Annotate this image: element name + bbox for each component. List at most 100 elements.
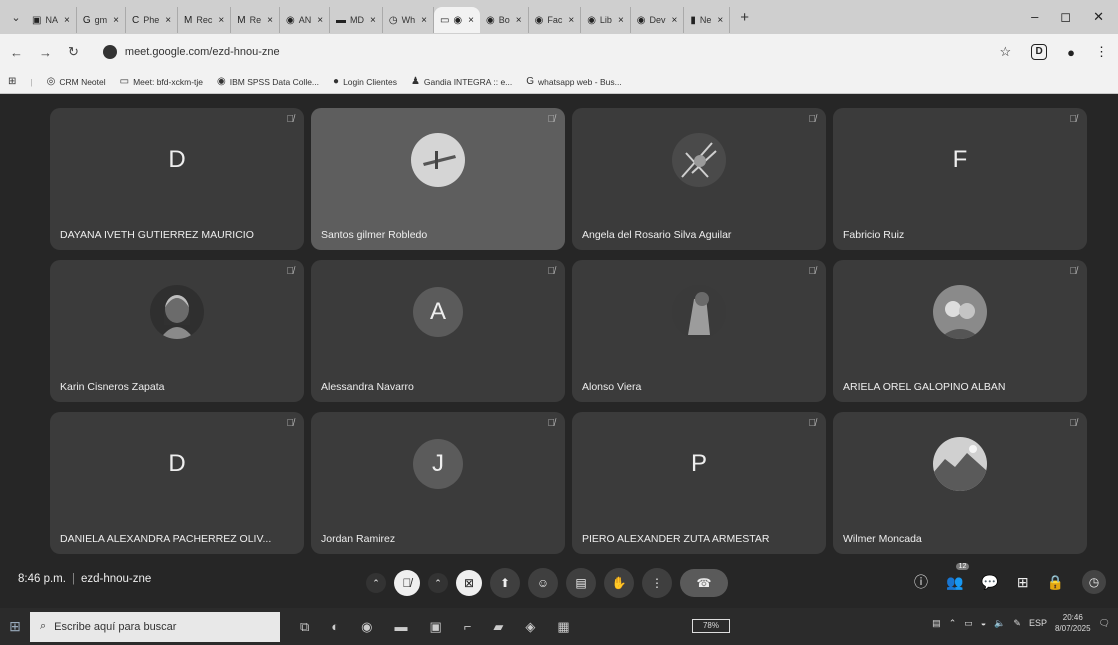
menu-kebab-icon[interactable]: ⋮ — [1095, 44, 1108, 60]
reactions-emoji-icon[interactable]: ☺ — [528, 568, 558, 598]
participant-tile[interactable]: 🎙̸ J Jordan Ramirez — [311, 412, 565, 554]
tab-close-icon[interactable]: × — [468, 15, 474, 26]
browser-tab[interactable]: ◉ Fac × — [529, 7, 582, 33]
battery-indicator[interactable]: 78% — [692, 619, 730, 633]
back-icon[interactable]: ← — [10, 45, 23, 60]
chat-icon[interactable]: 💬 — [981, 574, 998, 591]
apps-grid-icon[interactable]: ⊞ — [8, 76, 16, 87]
tab-close-icon[interactable]: × — [113, 15, 119, 26]
maximize-icon[interactable]: ◻ — [1060, 9, 1071, 25]
participant-tile[interactable]: 🎙̸ Santos gilmer Robledo — [311, 108, 565, 250]
taskbar-clock[interactable]: 20:46 8/07/2025 — [1055, 612, 1091, 634]
battery-icon[interactable]: ▭ — [964, 618, 973, 629]
browser-tab[interactable]: Ggm × — [77, 7, 126, 33]
app-icon[interactable]: ⌐ — [464, 619, 472, 634]
profile-icon[interactable]: D — [1031, 44, 1048, 60]
browser-tab[interactable]: ◉ Bo × — [480, 7, 529, 33]
browser-tab[interactable]: ▣ NA × — [26, 7, 77, 33]
participant-tile[interactable]: 🎙̸ Alonso Viera — [572, 260, 826, 402]
participant-tile[interactable]: 🎙̸ A Alessandra Navarro — [311, 260, 565, 402]
browser-tab[interactable]: C Phe × — [126, 7, 179, 33]
bookmark-star-icon[interactable]: ☆ — [999, 44, 1011, 60]
pen-icon[interactable]: ✎ — [1013, 618, 1021, 629]
reload-icon[interactable]: ↻ — [68, 44, 79, 60]
tab-close-icon[interactable]: × — [370, 15, 376, 26]
excel-icon[interactable]: ▦ — [557, 619, 569, 635]
mic-off-button-icon[interactable]: 🎙̸ — [394, 570, 420, 596]
meeting-details-icon[interactable]: ⓘ — [914, 572, 928, 592]
leave-call-button-icon[interactable]: ☎ — [680, 569, 728, 597]
minimize-icon[interactable]: – — [1031, 9, 1038, 25]
tab-close-icon[interactable]: × — [218, 15, 224, 26]
bookmark-item[interactable]: ◉ IBM SPSS Data Colle... — [217, 76, 319, 87]
app-icon[interactable]: ▰ — [493, 619, 503, 635]
file-explorer-icon[interactable]: ▬ — [395, 619, 408, 634]
browser-tab[interactable]: M Re × — [231, 7, 280, 33]
participant-tile[interactable]: 🎙̸ Karin Cisneros Zapata — [50, 260, 304, 402]
participant-tile[interactable]: 🎙̸ P PIERO ALEXANDER ZUTA ARMESTAR — [572, 412, 826, 554]
host-controls-lock-icon[interactable]: 🔒 — [1047, 574, 1064, 591]
browser-tab[interactable]: ▬ MD × — [330, 7, 383, 33]
participant-tile[interactable]: 🎙̸ ARIELA OREL GALOPINO ALBAN — [833, 260, 1087, 402]
browser-tab[interactable]: ◉ Dev × — [631, 7, 685, 33]
video-options-chevron-icon[interactable]: ⌃ — [428, 573, 448, 593]
tab-favicon-icon: G — [82, 14, 91, 26]
browser-tab[interactable]: ◷ Wh × — [383, 7, 434, 33]
raise-hand-icon[interactable]: ✋ — [604, 568, 634, 598]
participant-tile[interactable]: 🎙̸ F Fabricio Ruiz — [833, 108, 1087, 250]
windows-start-icon[interactable]: ⊞ — [0, 618, 30, 635]
close-window-icon[interactable]: ✕ — [1093, 9, 1104, 25]
bookmark-item[interactable]: Gwhatsapp web - Bus... — [526, 76, 621, 87]
omnibox[interactable]: meet.google.com/ezd-hnou-zne — [95, 40, 984, 64]
extension-icon[interactable]: ● — [1067, 45, 1075, 60]
activities-grid-icon[interactable]: ⊞ — [1017, 574, 1029, 591]
tab-close-icon[interactable]: × — [421, 15, 427, 26]
volume-icon[interactable]: 🔈 — [994, 618, 1005, 629]
taskbar-search-box[interactable]: ⌕ Escribe aquí para buscar — [30, 611, 280, 642]
browser-tab-active[interactable]: ▭ ◉ × — [433, 7, 480, 33]
bookmark-item[interactable]: ♟ Gandia INTEGRA :: e... — [411, 76, 512, 87]
participant-initial: D — [168, 450, 186, 477]
timer-icon[interactable]: ◷ — [1082, 570, 1106, 594]
tray-app-icon[interactable]: ▤ — [932, 618, 941, 629]
tab-close-icon[interactable]: × — [516, 15, 522, 26]
browser-tab[interactable]: ◉ Lib × — [581, 7, 631, 33]
tab-close-icon[interactable]: × — [267, 15, 273, 26]
tab-close-icon[interactable]: × — [672, 15, 678, 26]
tab-close-icon[interactable]: × — [64, 15, 70, 26]
new-tab-button[interactable]: + — [730, 9, 759, 26]
captions-icon[interactable]: ▤ — [566, 568, 596, 598]
bookmark-item[interactable]: ● Login Clientes — [333, 76, 397, 87]
people-button[interactable]: 👥 12 — [946, 562, 970, 591]
tray-expand-icon[interactable]: ⌃ — [949, 618, 957, 629]
participant-tile[interactable]: 🎙̸ D DAYANA IVETH GUTIERREZ MAURICIO — [50, 108, 304, 250]
language-indicator[interactable]: ESP — [1029, 618, 1047, 628]
participant-tile[interactable]: 🎙̸ Angela del Rosario Silva Aguilar — [572, 108, 826, 250]
camera-off-button-icon[interactable]: ⊠ — [456, 570, 482, 596]
participant-tile[interactable]: 🎙̸ D DANIELA ALEXANDRA PACHERREZ OLIV... — [50, 412, 304, 554]
audio-options-chevron-icon[interactable]: ⌃ — [366, 573, 386, 593]
tab-search-icon[interactable]: ⌄ — [6, 11, 26, 24]
forward-icon[interactable]: → — [39, 45, 52, 60]
network-icon[interactable]: ◒ — [981, 618, 986, 628]
chrome-browser-icon[interactable]: ◉ — [361, 619, 372, 635]
task-view-icon[interactable]: ⧉ — [300, 619, 309, 635]
tab-close-icon[interactable]: × — [568, 15, 574, 26]
browser-tab[interactable]: ▮ Ne × — [684, 7, 731, 33]
app-icon[interactable]: ◈ — [525, 619, 535, 635]
tab-close-icon[interactable]: × — [165, 15, 171, 26]
browser-tab[interactable]: M Rec × — [178, 7, 232, 33]
site-info-icon[interactable] — [102, 45, 117, 59]
more-options-icon[interactable]: ⋮ — [642, 568, 672, 598]
notification-icon[interactable]: 🗨 — [1099, 618, 1110, 629]
tab-close-icon[interactable]: × — [317, 15, 323, 26]
browser-tab[interactable]: ◉ AN × — [280, 7, 331, 33]
tab-close-icon[interactable]: × — [717, 15, 723, 26]
store-icon[interactable]: ▣ — [430, 619, 442, 635]
bookmark-item[interactable]: ◎ CRM Neotel — [47, 76, 106, 87]
tab-close-icon[interactable]: × — [618, 15, 624, 26]
present-screen-icon[interactable]: ⬆ — [490, 568, 520, 598]
edge-browser-icon[interactable]: ◐ — [331, 619, 339, 634]
bookmark-item[interactable]: ▭ Meet: bfd-xckm-tje — [120, 76, 203, 87]
participant-tile[interactable]: 🎙̸ Wilmer Moncada — [833, 412, 1087, 554]
